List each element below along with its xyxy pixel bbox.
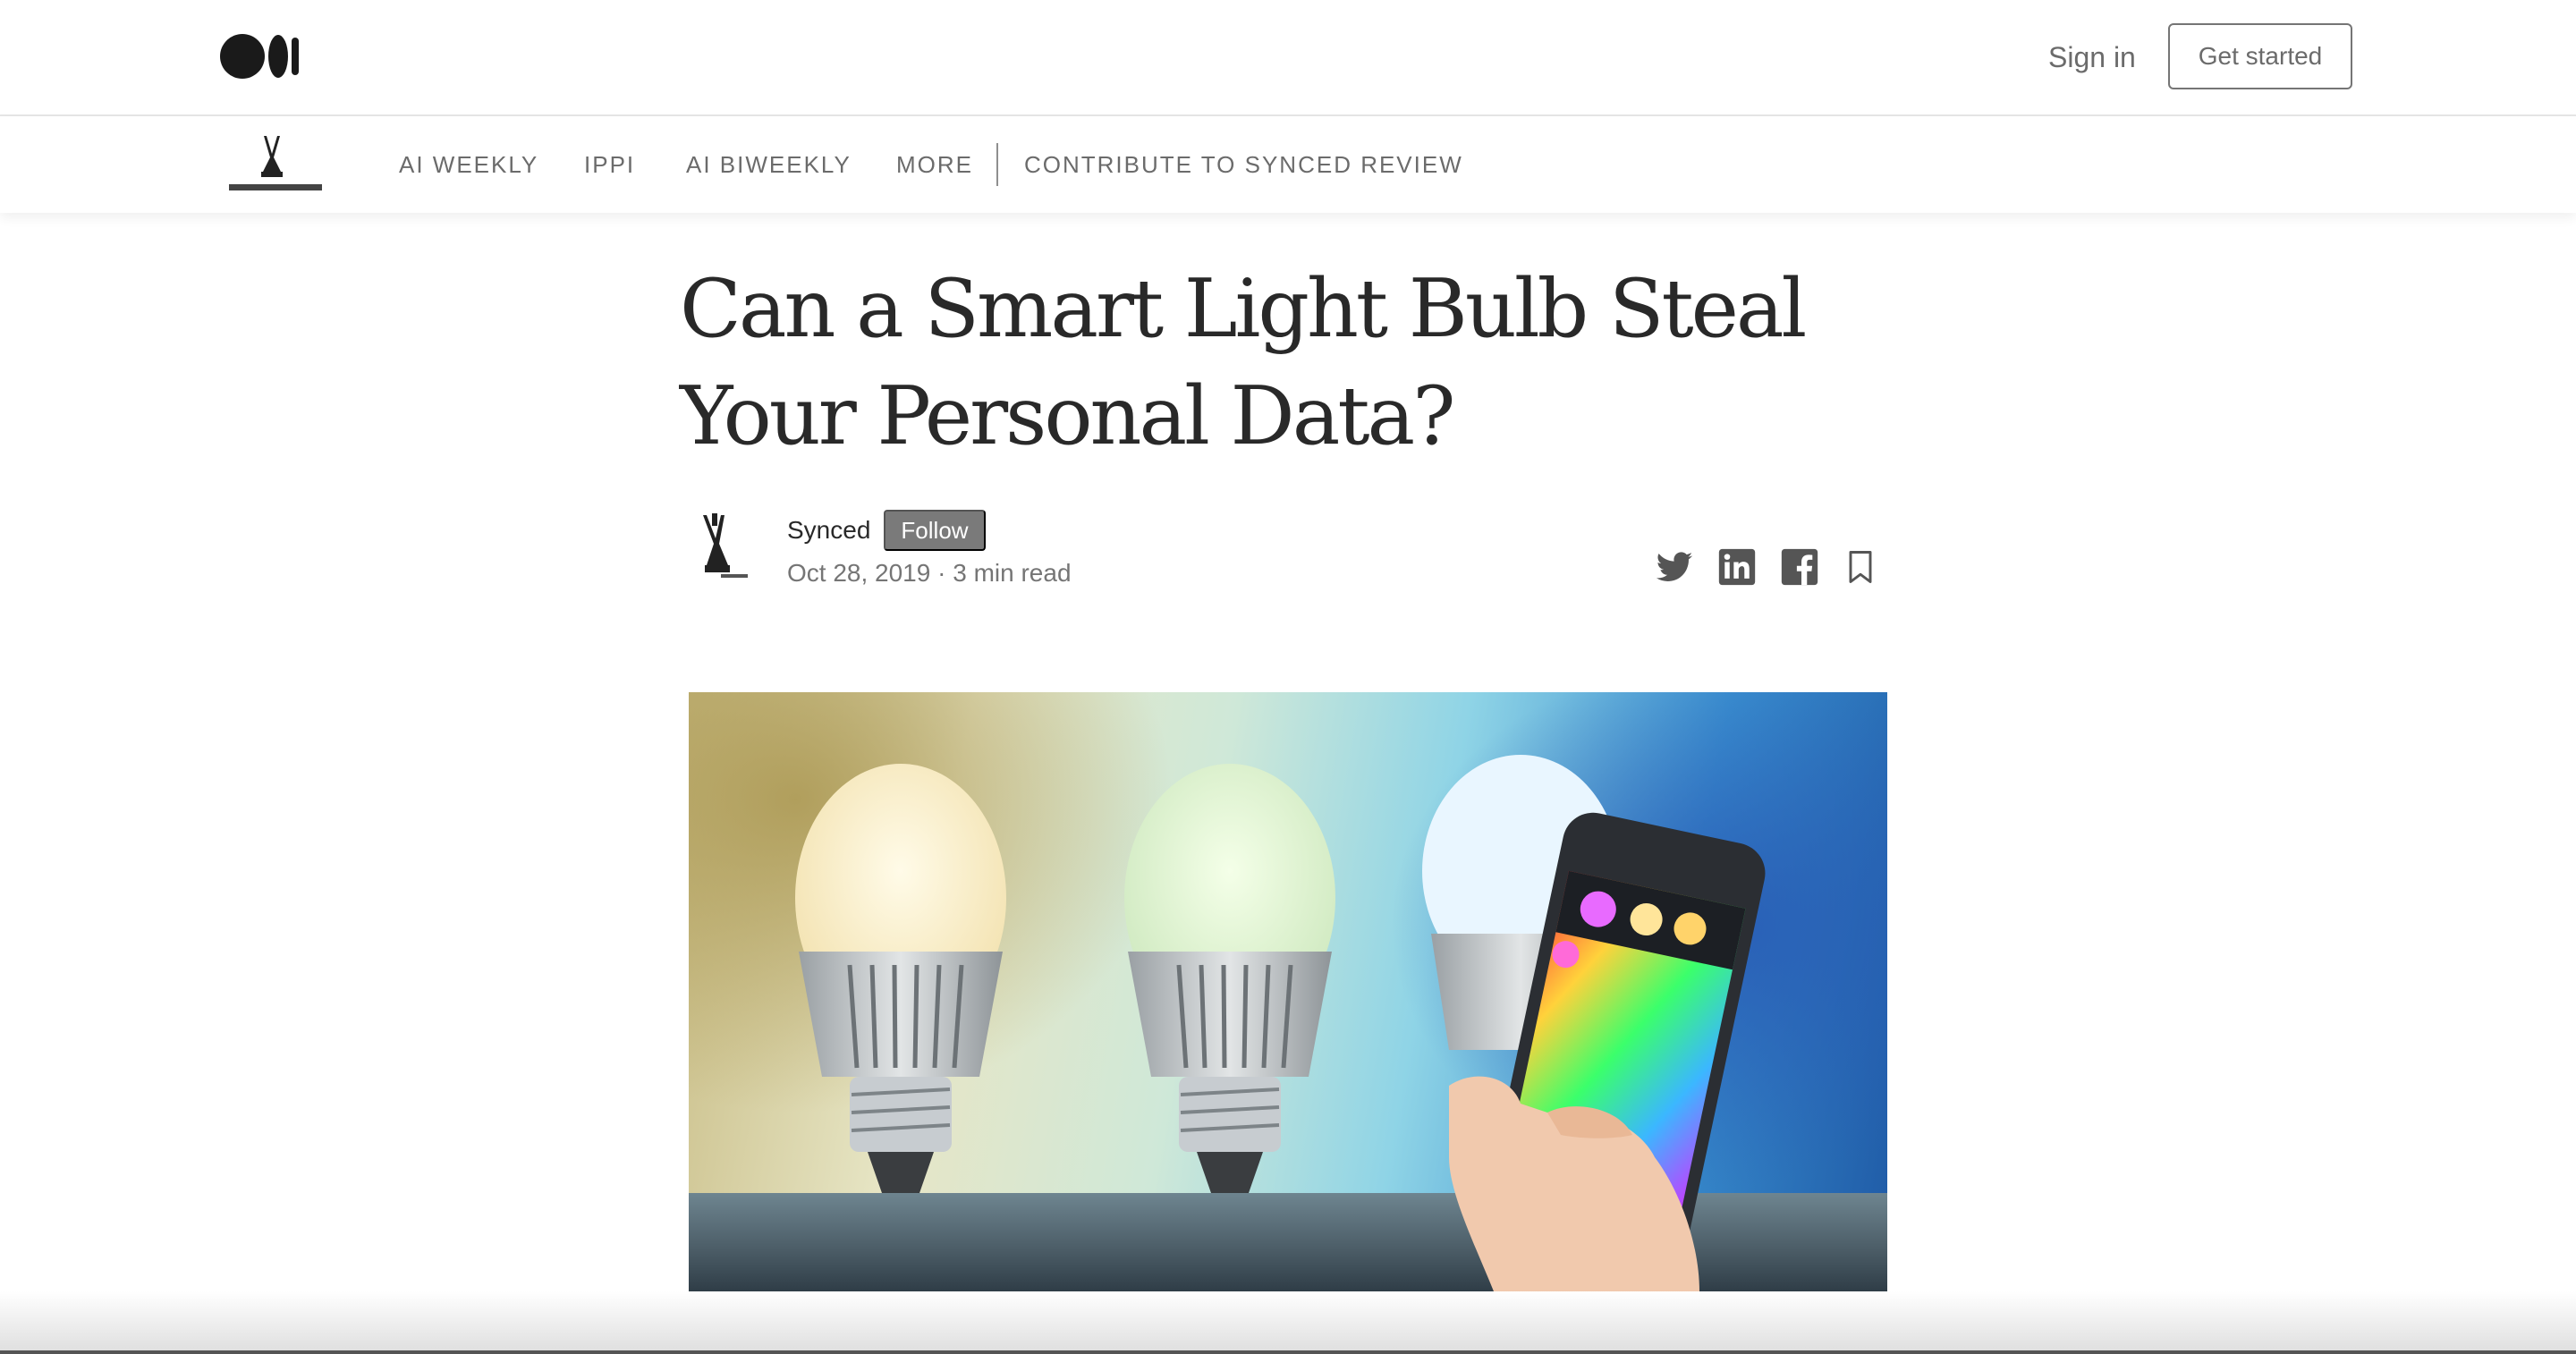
twitter-icon[interactable] (1655, 547, 1694, 587)
author-avatar[interactable] (694, 508, 755, 588)
read-time: 3 min read (953, 559, 1072, 587)
article-title-line-2: Your Personal Data? (680, 369, 1455, 463)
nav-item-more[interactable]: MORE (896, 150, 973, 179)
nav-item-ai-biweekly[interactable]: AI BIWEEKLY (686, 150, 852, 179)
linkedin-icon[interactable] (1717, 547, 1757, 587)
bookmark-icon[interactable] (1841, 547, 1880, 587)
article-meta: Oct 28, 2019 · 3 min read (787, 558, 1072, 588)
meta-separator: · (930, 559, 953, 587)
hero-image (689, 692, 1887, 1291)
sign-in-link[interactable]: Sign in (2048, 39, 2136, 75)
get-started-button[interactable]: Get started (2168, 23, 2352, 89)
nav-item-ai-weekly[interactable]: AI WEEKLY (399, 150, 538, 179)
nav-item-ippi[interactable]: IPPI (584, 150, 635, 179)
facebook-icon[interactable] (1780, 547, 1819, 587)
top-bar: Sign in Get started (0, 0, 2576, 116)
article-title: Can a Smart Light Bulb Steal Your Person… (680, 256, 1860, 470)
nav-divider (996, 143, 998, 186)
article-title-line-1: Can a Smart Light Bulb Steal (680, 262, 1807, 356)
synced-logo-icon[interactable] (225, 132, 326, 195)
author-name[interactable]: Synced (787, 515, 870, 546)
follow-button[interactable]: Follow (884, 510, 986, 551)
page-bottom-edge (0, 1291, 2576, 1354)
publish-date: Oct 28, 2019 (787, 559, 931, 587)
publication-nav: AI WEEKLY IPPI AI BIWEEKLY MORE CONTRIBU… (0, 116, 2576, 213)
medium-logo-icon[interactable] (220, 32, 302, 79)
nav-item-contribute[interactable]: CONTRIBUTE TO SYNCED REVIEW (1024, 150, 1463, 179)
